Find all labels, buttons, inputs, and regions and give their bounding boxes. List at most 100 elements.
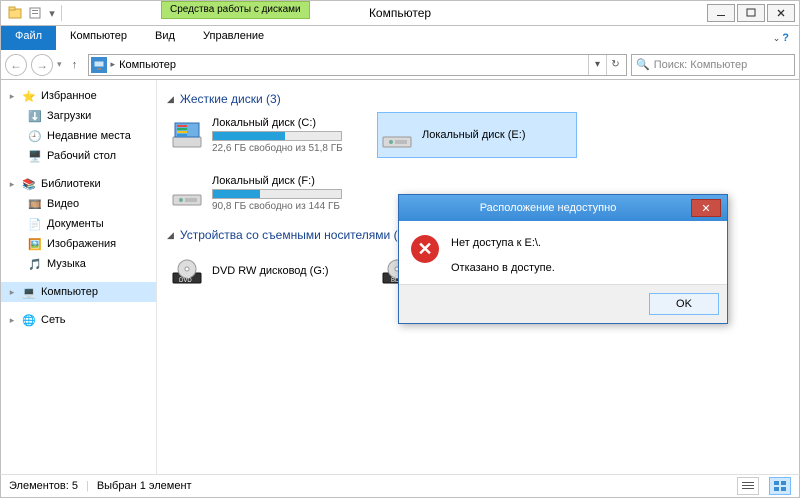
recent-dropdown-icon[interactable]: ▾: [57, 59, 62, 70]
tree-item-label: Рабочий стол: [47, 150, 116, 162]
ribbon: Файл Компьютер Вид Управление ⌄ ?: [0, 26, 800, 50]
tree-favorites[interactable]: ▸ ⭐ Избранное: [1, 86, 156, 106]
status-bar: Элементов: 5 | Выбран 1 элемент: [0, 474, 800, 498]
status-item-count: Элементов: 5: [9, 480, 78, 492]
qat-properties-icon[interactable]: [27, 5, 43, 21]
hdd-icon: [380, 118, 414, 152]
tree-item-label: Недавние места: [47, 130, 131, 142]
ribbon-help[interactable]: ⌄ ?: [763, 26, 799, 50]
collapse-icon[interactable]: ◢: [167, 230, 174, 241]
minimize-button[interactable]: [707, 4, 735, 22]
expander-icon[interactable]: ▸: [7, 179, 17, 190]
tree-computer[interactable]: ▸ 💻 Компьютер: [1, 282, 156, 302]
error-dialog: Расположение недоступно ✕ ✕ Нет доступа …: [398, 194, 728, 324]
group-label: Устройства со съемными носителями (2): [180, 228, 408, 242]
dialog-title-bar[interactable]: Расположение недоступно ✕: [399, 195, 727, 221]
expander-icon[interactable]: ▸: [7, 287, 17, 298]
tree-label: Библиотеки: [41, 178, 101, 190]
tree-libraries[interactable]: ▸ 📚 Библиотеки: [1, 174, 156, 194]
tree-item-videos[interactable]: 🎞️ Видео: [1, 194, 156, 214]
drive-f[interactable]: Локальный диск (F:) 90,8 ГБ свободно из …: [167, 170, 367, 216]
tree-label: Сеть: [41, 314, 65, 326]
expander-icon[interactable]: ▸: [7, 315, 17, 326]
group-label: Жесткие диски (3): [180, 92, 281, 106]
forward-button[interactable]: →: [31, 54, 53, 76]
dialog-close-button[interactable]: ✕: [691, 199, 721, 217]
desktop-icon: 🖥️: [27, 148, 43, 164]
tab-computer[interactable]: Компьютер: [56, 26, 141, 50]
close-button[interactable]: [767, 4, 795, 22]
dialog-message: Нет доступа к E:\. Отказано в доступе.: [451, 235, 555, 276]
group-hard-drives[interactable]: ◢ Жесткие диски (3): [167, 92, 789, 106]
error-icon: ✕: [411, 235, 439, 263]
download-icon: ⬇️: [27, 108, 43, 124]
ok-button[interactable]: OK: [649, 293, 719, 315]
recent-icon: 🕘: [27, 128, 43, 144]
search-input[interactable]: 🔍 Поиск: Компьютер: [631, 54, 795, 76]
hdd-icon: [170, 176, 204, 210]
video-icon: 🎞️: [27, 196, 43, 212]
tree-item-documents[interactable]: 📄 Документы: [1, 214, 156, 234]
tree-item-label: Видео: [47, 198, 79, 210]
network-icon: 🌐: [21, 312, 37, 328]
drive-dvd[interactable]: DVD DVD RW дисковод (G:): [167, 248, 367, 294]
contextual-tab-group: Средства работы с дисками: [161, 1, 310, 19]
status-selection: Выбран 1 элемент: [97, 480, 192, 492]
navigation-pane: ▸ ⭐ Избранное ⬇️ Загрузки 🕘 Недавние места…: [1, 80, 157, 474]
address-row: ← → ▾ ↑ ▸ Компьютер ▾ ↻ 🔍 Поиск: Компьют…: [0, 50, 800, 80]
tree-item-label: Изображения: [47, 238, 116, 250]
svg-text:DVD: DVD: [179, 278, 192, 284]
refresh-button[interactable]: ↻: [606, 55, 624, 75]
search-icon: 🔍: [636, 58, 650, 71]
qat-dropdown-icon[interactable]: ▾: [47, 5, 57, 21]
tree-network[interactable]: ▸ 🌐 Сеть: [1, 310, 156, 330]
explorer-icon: [7, 5, 23, 21]
dialog-title: Расположение недоступно: [405, 202, 691, 214]
computer-icon: 💻: [21, 284, 37, 300]
search-placeholder: Поиск: Компьютер: [654, 59, 748, 71]
tree-item-recent[interactable]: 🕘 Недавние места: [1, 126, 156, 146]
view-details-button[interactable]: [737, 477, 759, 495]
tab-manage[interactable]: Управление: [191, 26, 276, 46]
address-text: Компьютер: [119, 59, 588, 71]
drive-e[interactable]: Локальный диск (E:): [377, 112, 577, 158]
up-button[interactable]: ↑: [66, 56, 84, 74]
maximize-button[interactable]: [737, 4, 765, 22]
capacity-bar: [212, 189, 342, 199]
document-icon: 📄: [27, 216, 43, 232]
window-title: Компьютер: [1, 6, 799, 20]
collapse-icon[interactable]: ◢: [167, 94, 174, 105]
tree-item-desktop[interactable]: 🖥️ Рабочий стол: [1, 146, 156, 166]
tree-item-downloads[interactable]: ⬇️ Загрузки: [1, 106, 156, 126]
back-button[interactable]: ←: [5, 54, 27, 76]
tree-item-music[interactable]: 🎵 Музыка: [1, 254, 156, 274]
tree-item-label: Музыка: [47, 258, 86, 270]
view-tiles-button[interactable]: [769, 477, 791, 495]
drive-c[interactable]: Локальный диск (C:) 22,6 ГБ свободно из …: [167, 112, 367, 158]
music-icon: 🎵: [27, 256, 43, 272]
hdd-icon: [170, 118, 204, 152]
drive-name: Локальный диск (E:): [422, 129, 526, 141]
chevron-right-icon[interactable]: ▸: [111, 59, 116, 70]
drive-name: Локальный диск (F:): [212, 175, 342, 187]
tree-item-pictures[interactable]: 🖼️ Изображения: [1, 234, 156, 254]
help-icon[interactable]: ?: [782, 32, 789, 44]
title-bar: ▾ Средства работы с дисками Компьютер: [0, 0, 800, 26]
address-dropdown-icon[interactable]: ▾: [588, 55, 606, 75]
capacity-bar: [212, 131, 342, 141]
expander-icon[interactable]: ▸: [7, 91, 17, 102]
address-bar[interactable]: ▸ Компьютер ▾ ↻: [88, 54, 627, 76]
chevron-down-icon[interactable]: ⌄: [773, 33, 781, 44]
pictures-icon: 🖼️: [27, 236, 43, 252]
tab-file[interactable]: Файл: [1, 26, 56, 50]
star-icon: ⭐: [21, 88, 37, 104]
tree-item-label: Документы: [47, 218, 104, 230]
tree-item-label: Загрузки: [47, 110, 91, 122]
drive-free: 22,6 ГБ свободно из 51,8 ГБ: [212, 143, 343, 154]
drive-free: 90,8 ГБ свободно из 144 ГБ: [212, 201, 342, 212]
computer-icon: [91, 57, 107, 73]
tab-view[interactable]: Вид: [141, 26, 189, 50]
tree-label: Избранное: [41, 90, 97, 102]
drive-name: Локальный диск (C:): [212, 117, 343, 129]
libraries-icon: 📚: [21, 176, 37, 192]
